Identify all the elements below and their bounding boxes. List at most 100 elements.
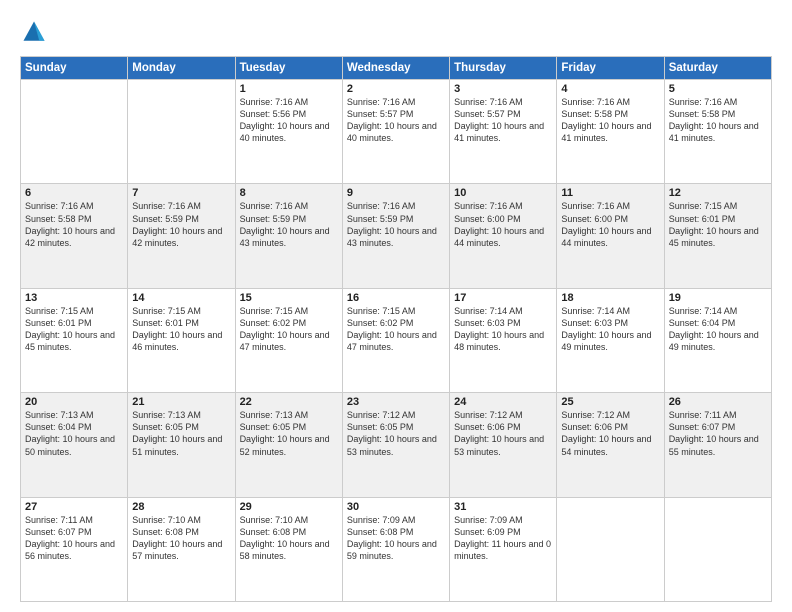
day-number: 8 — [240, 187, 338, 199]
calendar-cell: 20Sunrise: 7:13 AMSunset: 6:04 PMDayligh… — [21, 393, 128, 497]
calendar-cell: 28Sunrise: 7:10 AMSunset: 6:08 PMDayligh… — [128, 497, 235, 601]
day-info: Sunrise: 7:14 AMSunset: 6:03 PMDaylight:… — [561, 305, 659, 354]
day-number: 27 — [25, 501, 123, 513]
calendar-cell: 22Sunrise: 7:13 AMSunset: 6:05 PMDayligh… — [235, 393, 342, 497]
calendar-cell — [21, 80, 128, 184]
calendar-week-row: 6Sunrise: 7:16 AMSunset: 5:58 PMDaylight… — [21, 184, 772, 288]
day-number: 18 — [561, 292, 659, 304]
day-header-monday: Monday — [128, 57, 235, 80]
page: SundayMondayTuesdayWednesdayThursdayFrid… — [0, 0, 792, 612]
day-number: 24 — [454, 396, 552, 408]
calendar-cell: 29Sunrise: 7:10 AMSunset: 6:08 PMDayligh… — [235, 497, 342, 601]
calendar-cell: 3Sunrise: 7:16 AMSunset: 5:57 PMDaylight… — [450, 80, 557, 184]
calendar-cell: 13Sunrise: 7:15 AMSunset: 6:01 PMDayligh… — [21, 288, 128, 392]
calendar-cell: 12Sunrise: 7:15 AMSunset: 6:01 PMDayligh… — [664, 184, 771, 288]
calendar-cell: 9Sunrise: 7:16 AMSunset: 5:59 PMDaylight… — [342, 184, 449, 288]
day-header-tuesday: Tuesday — [235, 57, 342, 80]
day-info: Sunrise: 7:16 AMSunset: 5:58 PMDaylight:… — [561, 96, 659, 145]
day-header-sunday: Sunday — [21, 57, 128, 80]
calendar-cell: 25Sunrise: 7:12 AMSunset: 6:06 PMDayligh… — [557, 393, 664, 497]
day-info: Sunrise: 7:14 AMSunset: 6:04 PMDaylight:… — [669, 305, 767, 354]
day-info: Sunrise: 7:12 AMSunset: 6:06 PMDaylight:… — [454, 409, 552, 458]
day-number: 14 — [132, 292, 230, 304]
header — [20, 18, 772, 46]
day-number: 31 — [454, 501, 552, 513]
day-number: 7 — [132, 187, 230, 199]
day-number: 15 — [240, 292, 338, 304]
day-info: Sunrise: 7:15 AMSunset: 6:01 PMDaylight:… — [25, 305, 123, 354]
day-info: Sunrise: 7:15 AMSunset: 6:01 PMDaylight:… — [132, 305, 230, 354]
day-number: 16 — [347, 292, 445, 304]
day-number: 13 — [25, 292, 123, 304]
day-info: Sunrise: 7:10 AMSunset: 6:08 PMDaylight:… — [240, 514, 338, 563]
calendar-cell: 11Sunrise: 7:16 AMSunset: 6:00 PMDayligh… — [557, 184, 664, 288]
logo-icon — [20, 18, 48, 46]
calendar-cell: 8Sunrise: 7:16 AMSunset: 5:59 PMDaylight… — [235, 184, 342, 288]
calendar-cell: 26Sunrise: 7:11 AMSunset: 6:07 PMDayligh… — [664, 393, 771, 497]
day-number: 12 — [669, 187, 767, 199]
day-number: 29 — [240, 501, 338, 513]
calendar-week-row: 1Sunrise: 7:16 AMSunset: 5:56 PMDaylight… — [21, 80, 772, 184]
calendar-cell: 24Sunrise: 7:12 AMSunset: 6:06 PMDayligh… — [450, 393, 557, 497]
day-info: Sunrise: 7:13 AMSunset: 6:05 PMDaylight:… — [240, 409, 338, 458]
day-number: 19 — [669, 292, 767, 304]
day-info: Sunrise: 7:13 AMSunset: 6:05 PMDaylight:… — [132, 409, 230, 458]
day-header-thursday: Thursday — [450, 57, 557, 80]
calendar-cell: 10Sunrise: 7:16 AMSunset: 6:00 PMDayligh… — [450, 184, 557, 288]
day-number: 6 — [25, 187, 123, 199]
day-info: Sunrise: 7:16 AMSunset: 5:59 PMDaylight:… — [240, 200, 338, 249]
day-number: 5 — [669, 83, 767, 95]
calendar-cell: 27Sunrise: 7:11 AMSunset: 6:07 PMDayligh… — [21, 497, 128, 601]
day-info: Sunrise: 7:16 AMSunset: 5:59 PMDaylight:… — [347, 200, 445, 249]
calendar-cell: 21Sunrise: 7:13 AMSunset: 6:05 PMDayligh… — [128, 393, 235, 497]
day-number: 21 — [132, 396, 230, 408]
calendar-cell: 17Sunrise: 7:14 AMSunset: 6:03 PMDayligh… — [450, 288, 557, 392]
calendar-cell: 2Sunrise: 7:16 AMSunset: 5:57 PMDaylight… — [342, 80, 449, 184]
day-number: 20 — [25, 396, 123, 408]
day-info: Sunrise: 7:16 AMSunset: 5:59 PMDaylight:… — [132, 200, 230, 249]
day-header-wednesday: Wednesday — [342, 57, 449, 80]
calendar-cell: 1Sunrise: 7:16 AMSunset: 5:56 PMDaylight… — [235, 80, 342, 184]
calendar-cell: 7Sunrise: 7:16 AMSunset: 5:59 PMDaylight… — [128, 184, 235, 288]
day-number: 26 — [669, 396, 767, 408]
day-info: Sunrise: 7:11 AMSunset: 6:07 PMDaylight:… — [669, 409, 767, 458]
day-number: 17 — [454, 292, 552, 304]
calendar-cell: 16Sunrise: 7:15 AMSunset: 6:02 PMDayligh… — [342, 288, 449, 392]
day-info: Sunrise: 7:14 AMSunset: 6:03 PMDaylight:… — [454, 305, 552, 354]
day-number: 2 — [347, 83, 445, 95]
day-number: 22 — [240, 396, 338, 408]
day-number: 4 — [561, 83, 659, 95]
day-number: 11 — [561, 187, 659, 199]
day-info: Sunrise: 7:16 AMSunset: 6:00 PMDaylight:… — [454, 200, 552, 249]
calendar-week-row: 20Sunrise: 7:13 AMSunset: 6:04 PMDayligh… — [21, 393, 772, 497]
day-info: Sunrise: 7:13 AMSunset: 6:04 PMDaylight:… — [25, 409, 123, 458]
calendar-header-row: SundayMondayTuesdayWednesdayThursdayFrid… — [21, 57, 772, 80]
calendar-cell: 15Sunrise: 7:15 AMSunset: 6:02 PMDayligh… — [235, 288, 342, 392]
day-info: Sunrise: 7:16 AMSunset: 5:57 PMDaylight:… — [347, 96, 445, 145]
calendar-week-row: 13Sunrise: 7:15 AMSunset: 6:01 PMDayligh… — [21, 288, 772, 392]
calendar-table: SundayMondayTuesdayWednesdayThursdayFrid… — [20, 56, 772, 602]
calendar-cell — [128, 80, 235, 184]
day-header-saturday: Saturday — [664, 57, 771, 80]
day-header-friday: Friday — [557, 57, 664, 80]
day-number: 30 — [347, 501, 445, 513]
day-number: 10 — [454, 187, 552, 199]
day-info: Sunrise: 7:16 AMSunset: 5:56 PMDaylight:… — [240, 96, 338, 145]
calendar-week-row: 27Sunrise: 7:11 AMSunset: 6:07 PMDayligh… — [21, 497, 772, 601]
day-number: 3 — [454, 83, 552, 95]
calendar-cell: 5Sunrise: 7:16 AMSunset: 5:58 PMDaylight… — [664, 80, 771, 184]
calendar-cell: 6Sunrise: 7:16 AMSunset: 5:58 PMDaylight… — [21, 184, 128, 288]
day-info: Sunrise: 7:09 AMSunset: 6:08 PMDaylight:… — [347, 514, 445, 563]
day-number: 28 — [132, 501, 230, 513]
day-number: 25 — [561, 396, 659, 408]
day-info: Sunrise: 7:16 AMSunset: 5:57 PMDaylight:… — [454, 96, 552, 145]
calendar-cell: 19Sunrise: 7:14 AMSunset: 6:04 PMDayligh… — [664, 288, 771, 392]
day-info: Sunrise: 7:16 AMSunset: 5:58 PMDaylight:… — [669, 96, 767, 145]
day-number: 23 — [347, 396, 445, 408]
day-info: Sunrise: 7:15 AMSunset: 6:02 PMDaylight:… — [240, 305, 338, 354]
day-info: Sunrise: 7:10 AMSunset: 6:08 PMDaylight:… — [132, 514, 230, 563]
calendar-cell: 31Sunrise: 7:09 AMSunset: 6:09 PMDayligh… — [450, 497, 557, 601]
day-info: Sunrise: 7:15 AMSunset: 6:02 PMDaylight:… — [347, 305, 445, 354]
calendar-cell: 4Sunrise: 7:16 AMSunset: 5:58 PMDaylight… — [557, 80, 664, 184]
day-info: Sunrise: 7:09 AMSunset: 6:09 PMDaylight:… — [454, 514, 552, 563]
